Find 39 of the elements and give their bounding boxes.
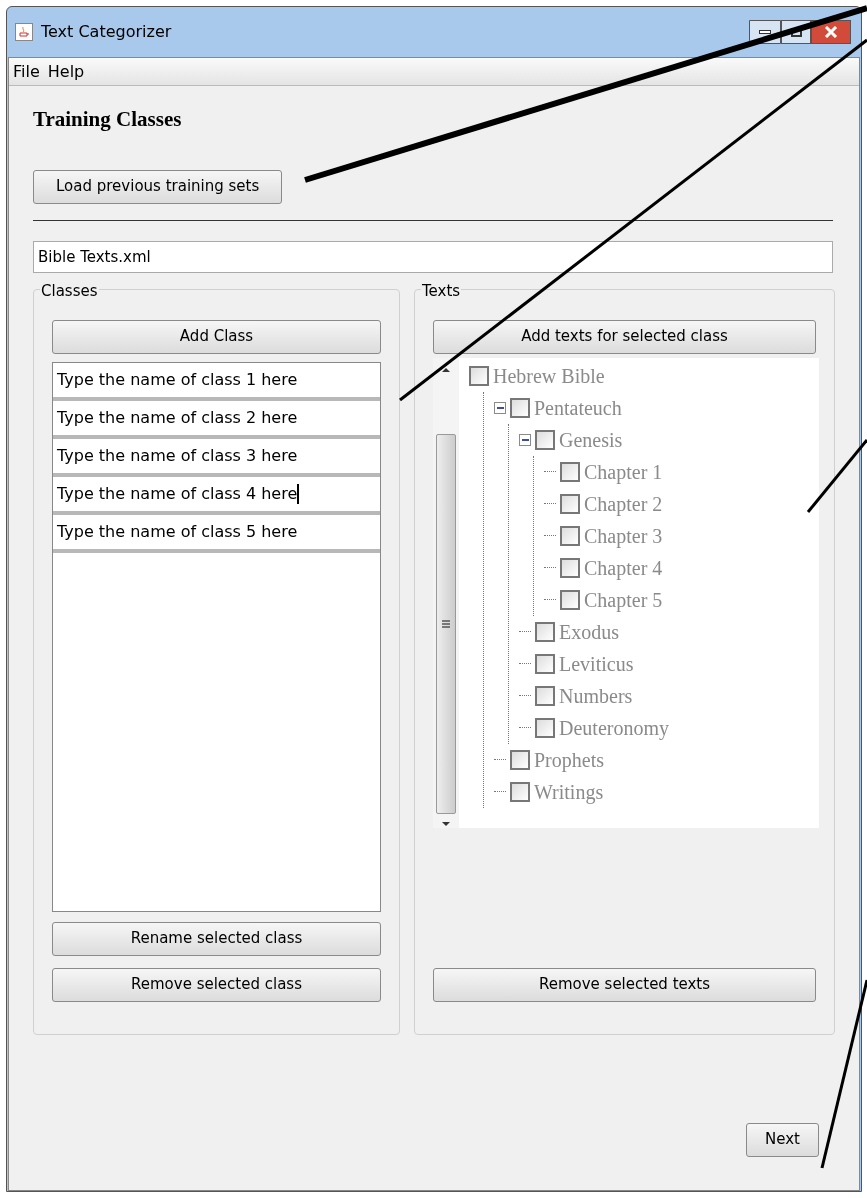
checkbox[interactable] — [535, 621, 555, 642]
checkbox[interactable] — [560, 589, 580, 610]
tree-item-label[interactable]: Chapter 1 — [584, 456, 663, 487]
checkbox[interactable] — [535, 429, 555, 450]
next-button[interactable]: Next — [746, 1122, 819, 1157]
menu-item[interactable]: Help — [47, 59, 85, 84]
tree-item-label[interactable]: Exodus — [559, 616, 619, 647]
file-name-field[interactable]: Bible Texts.xml — [33, 240, 833, 273]
scrollbar[interactable] — [433, 357, 459, 828]
checkbox[interactable] — [510, 749, 530, 770]
checkbox[interactable] — [510, 781, 530, 802]
checkbox[interactable] — [510, 397, 530, 418]
scroll-down-icon[interactable] — [441, 819, 451, 828]
collapse-icon[interactable] — [519, 433, 531, 446]
grip-icon — [441, 618, 451, 629]
add-class-button[interactable]: Add Class — [52, 319, 381, 354]
load-training-sets-button[interactable]: Load previous training sets — [33, 169, 283, 204]
checkbox[interactable] — [535, 653, 555, 674]
add-texts-button[interactable]: Add texts for selected class — [433, 319, 816, 354]
tree-item-label[interactable]: Chapter 4 — [584, 552, 663, 583]
checkbox[interactable] — [469, 365, 489, 386]
checkbox[interactable] — [535, 717, 555, 738]
scroll-up-icon[interactable] — [441, 365, 451, 374]
tree-item-label[interactable]: Chapter 5 — [584, 584, 663, 615]
rename-class-button[interactable]: Rename selected class — [52, 921, 381, 956]
window-title: Text Categorizer — [41, 21, 172, 43]
remove-texts-button[interactable]: Remove selected texts — [433, 967, 816, 1002]
tree-item-label[interactable]: Chapter 2 — [584, 488, 663, 519]
menu-item[interactable]: File — [13, 59, 40, 84]
tree-item-label[interactable]: Prophets — [534, 744, 604, 775]
tree-item-label[interactable]: Chapter 3 — [584, 520, 663, 551]
section-heading: Training Classes — [33, 106, 183, 133]
checkbox[interactable] — [535, 685, 555, 706]
checkbox[interactable] — [560, 525, 580, 546]
checkbox[interactable] — [560, 493, 580, 514]
checkbox[interactable] — [560, 461, 580, 482]
collapse-icon[interactable] — [494, 401, 506, 414]
remove-class-button[interactable]: Remove selected class — [52, 967, 381, 1002]
checkbox[interactable] — [560, 557, 580, 578]
